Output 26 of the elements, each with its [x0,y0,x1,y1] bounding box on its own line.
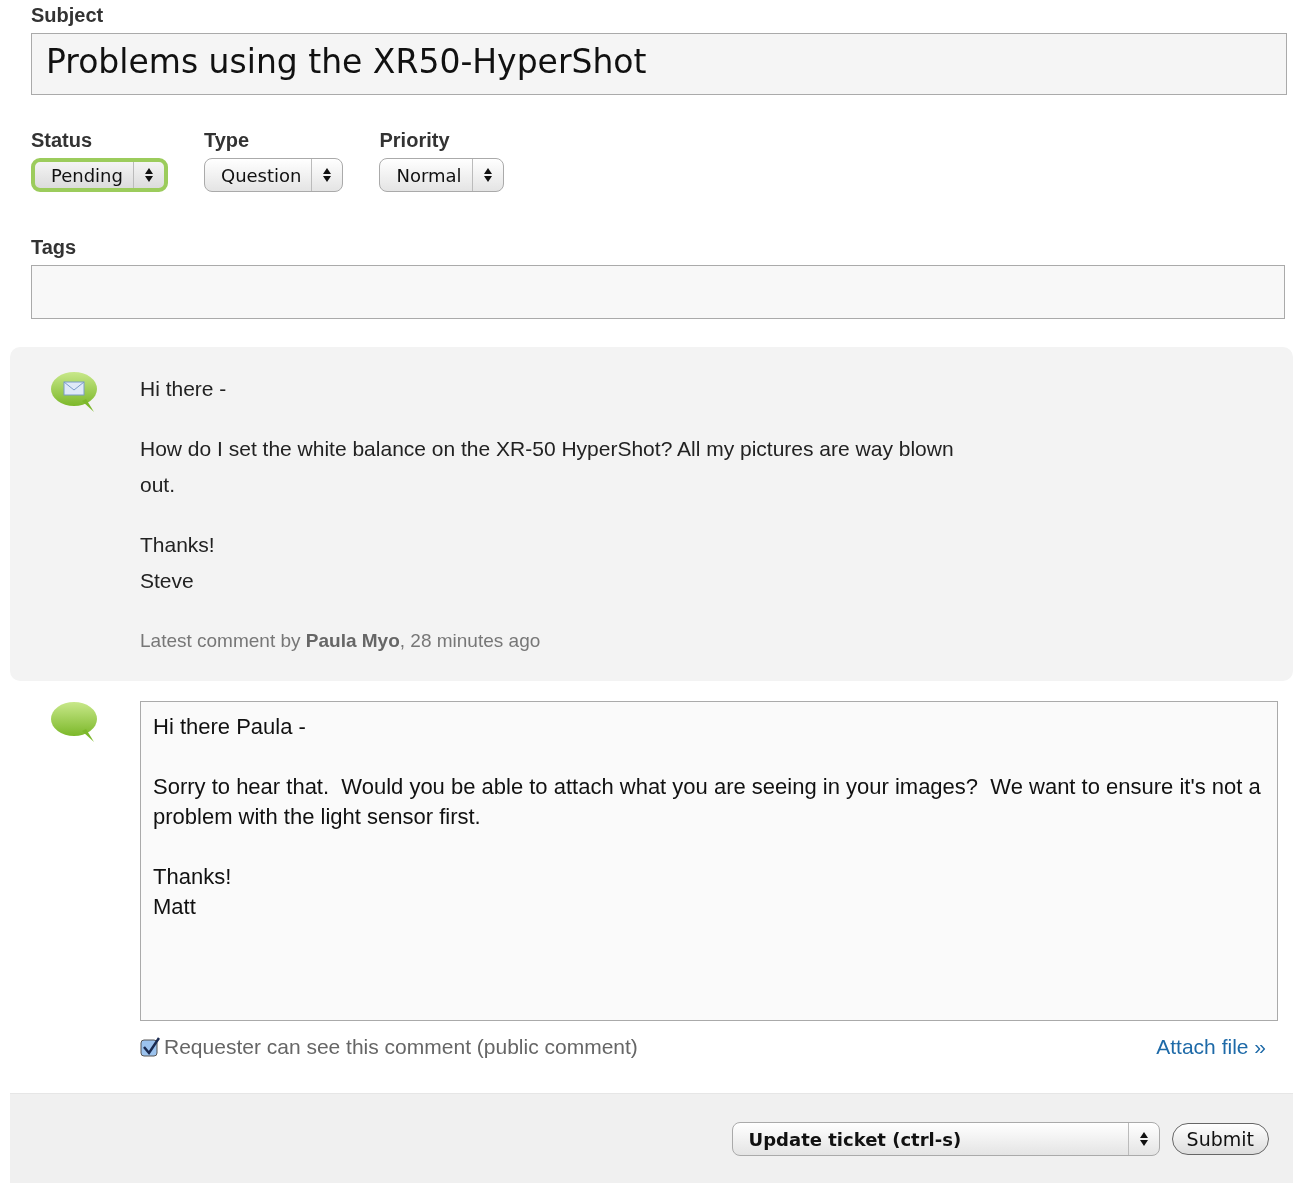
field-label: Status [31,129,94,152]
up-down-arrows-icon [322,167,333,183]
comment-meta: Latest comment by Paula Myo, 28 minutes ago [140,629,542,653]
public-comment-label: Requester can see this comment (public comment) [164,1035,638,1059]
speech-bubble-icon [50,701,100,743]
tags-field[interactable] [31,265,1285,319]
attach-file-link[interactable]: Attach file » [1156,1035,1266,1059]
up-down-arrows-icon [482,167,493,183]
email-speech-bubble-icon [50,371,100,413]
reply-text-field[interactable]: Hi there Paula - Sorry to hear that. Would you be able to attach what you are seeing in your images? We want to ensure it's not a problem with the light sensor first. Thanks! Matt [140,701,1278,1021]
select-dropdown[interactable]: Question [203,158,344,192]
comment-paragraph: How do I set the white balance on the XR-50 HyperShot? All my pictures are way blown out. [140,436,955,498]
subject-field[interactable]: Problems using the XR50-HyperShot [31,33,1287,95]
submit-button[interactable]: Submit [1171,1123,1269,1155]
up-down-arrows-icon [1138,1131,1149,1147]
tags-label: Tags [31,236,78,259]
comment-paragraph: Thanks! Steve [140,532,216,594]
select-dropdown[interactable]: Update ticket (ctrl-s) [731,1122,1160,1156]
field-label: Priority [379,129,451,152]
checkbox[interactable] [140,1037,160,1057]
select-dropdown[interactable]: Normal [379,158,504,192]
subject-label: Subject [31,4,105,27]
field-label: Type [203,129,251,152]
select-dropdown[interactable]: Pending [31,158,168,192]
comment-paragraph: Hi there - [140,376,228,402]
up-down-arrows-icon [143,167,154,183]
